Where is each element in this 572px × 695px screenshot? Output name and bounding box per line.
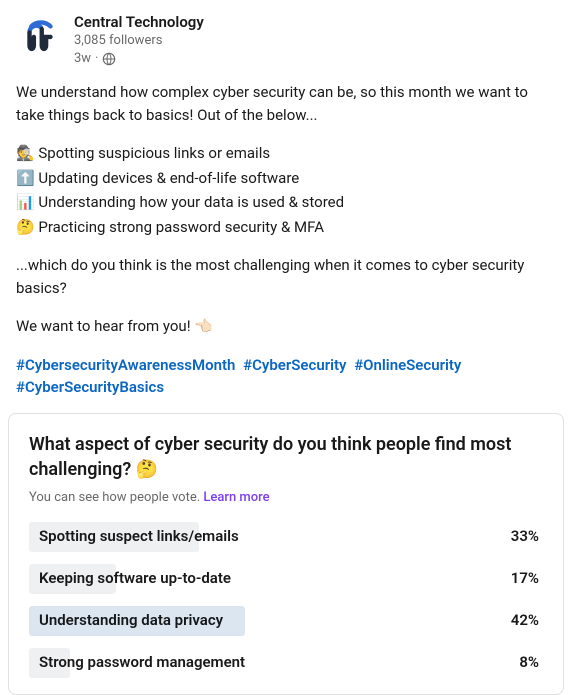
poll-option[interactable]: Strong password management 8% <box>29 648 543 678</box>
avatar[interactable] <box>16 12 64 60</box>
post-header: Central Technology 3,085 followers 3w · <box>16 12 556 67</box>
poll-option[interactable]: Keeping software up-to-date 17% <box>29 564 543 594</box>
followers-count: 3,085 followers <box>74 32 204 50</box>
bullet-item: 📊 Understanding how your data is used & … <box>16 191 556 214</box>
post-intro: We understand how complex cyber security… <box>16 81 556 126</box>
timestamp-text: 3w <box>74 50 91 68</box>
poll-percent: 33% <box>511 525 543 548</box>
poll-option[interactable]: Spotting suspect links/emails 33% <box>29 522 543 552</box>
poll-percent: 42% <box>511 609 543 632</box>
bullet-item: ⬆️ Updating devices & end-of-life softwa… <box>16 167 556 190</box>
post-body: We understand how complex cyber security… <box>16 81 556 399</box>
post-outro: ...which do you think is the most challe… <box>16 254 556 299</box>
poll-subtext-text: You can see how people vote. <box>29 490 203 505</box>
poll-card: What aspect of cyber security do you thi… <box>8 413 564 695</box>
author-name[interactable]: Central Technology <box>74 12 204 32</box>
poll-percent: 17% <box>511 567 543 590</box>
poll-option-label: Keeping software up-to-date <box>29 567 231 590</box>
post-timestamp: 3w · <box>74 50 204 68</box>
hashtag[interactable]: #CybersecurityAwarenessMonth <box>16 356 235 374</box>
hashtag[interactable]: #CyberSecurityBasics <box>16 378 164 396</box>
post-cta: We want to hear from you! 👈🏻 <box>16 315 556 338</box>
bullet-item: 🕵️ Spotting suspicious links or emails <box>16 142 556 165</box>
poll-option-label: Strong password management <box>29 651 245 674</box>
poll-options: Spotting suspect links/emails 33% Keeping … <box>29 522 543 678</box>
hashtag[interactable]: #OnlineSecurity <box>354 356 461 374</box>
learn-more-link[interactable]: Learn more <box>203 490 269 505</box>
poll-percent: 8% <box>519 651 543 674</box>
poll-subtext: You can see how people vote. Learn more <box>29 488 543 508</box>
hashtags: #CybersecurityAwarenessMonth #CyberSecur… <box>16 354 556 399</box>
timestamp-separator: · <box>95 50 98 68</box>
bullet-item: 🤔 Practicing strong password security & … <box>16 216 556 239</box>
hashtag[interactable]: #CyberSecurity <box>243 356 346 374</box>
poll-question: What aspect of cyber security do you thi… <box>29 432 543 482</box>
bullet-list: 🕵️ Spotting suspicious links or emails ⬆… <box>16 142 556 238</box>
poll-option[interactable]: Understanding data privacy 42% <box>29 606 543 636</box>
poll-option-label: Understanding data privacy <box>29 609 223 632</box>
globe-icon <box>102 52 116 66</box>
poll-option-label: Spotting suspect links/emails <box>29 525 239 548</box>
